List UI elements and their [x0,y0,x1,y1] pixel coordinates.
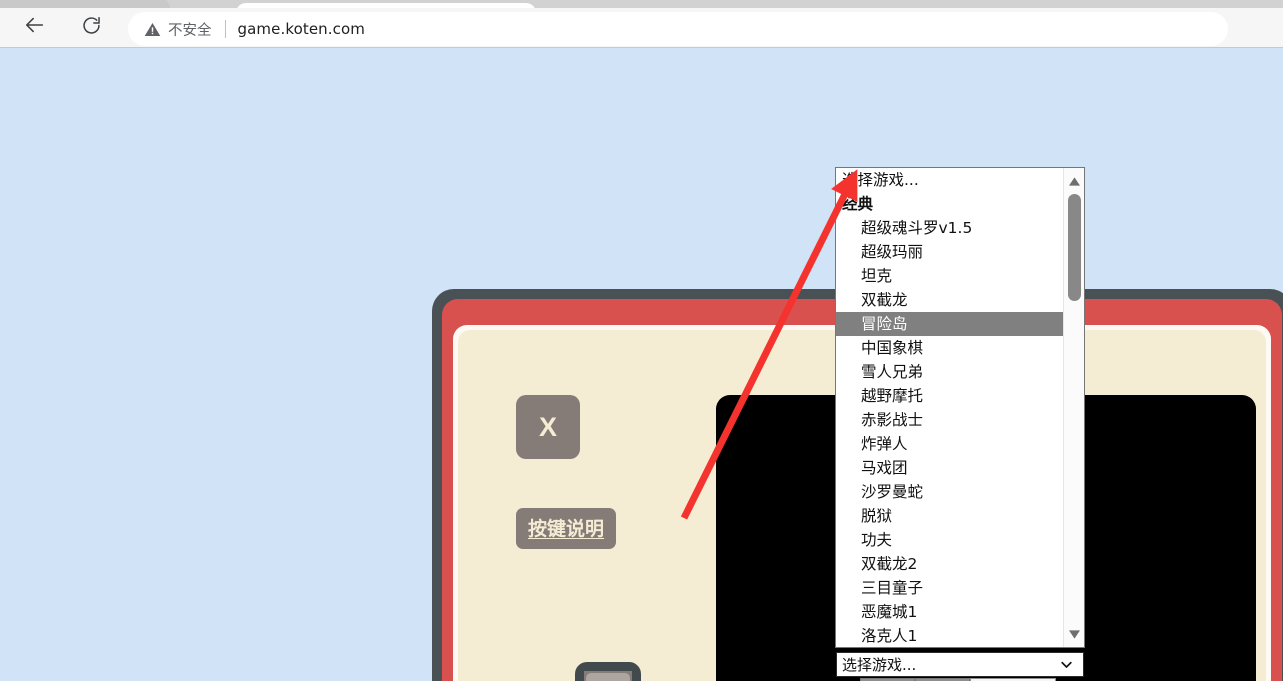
game-option[interactable]: 雪人兄弟 [836,360,1064,384]
game-select-dropdown[interactable]: 选择游戏... 经典超级魂斗罗v1.5 超级玛丽 坦克 双截龙 冒险岛 中国象棋 雪人兄弟 越野… [835,167,1085,648]
back-arrow-icon [24,14,46,41]
scroll-up-arrow-icon[interactable] [1064,170,1084,192]
game-option[interactable]: 炸弹人 [836,432,1064,456]
game-option[interactable]: 三目童子 [836,576,1064,600]
game-select-value: 选择游戏... [842,656,917,674]
scroll-down-arrow-icon[interactable] [1064,623,1084,645]
dpad-icon[interactable] [520,662,696,681]
browser-chrome: 不安全 game.koten.com [0,0,1283,48]
game-option[interactable]: 冒险岛 [836,312,1064,336]
omnibox-separator [224,20,226,38]
game-option[interactable]: 功夫 [836,528,1064,552]
game-option[interactable]: 坦克 [836,264,1064,288]
game-option[interactable]: 超级玛丽 [836,240,1064,264]
game-select[interactable]: 选择游戏... [836,652,1084,677]
game-option[interactable]: 越野摩托 [836,384,1064,408]
key-instructions-button[interactable]: 按键说明 [516,508,617,549]
reload-button[interactable] [74,11,108,45]
dropdown-scrollbar[interactable] [1063,168,1084,647]
game-option[interactable]: 赤影战士 [836,408,1064,432]
game-option[interactable]: 超级魂斗罗v1.5 [836,216,1064,240]
game-option[interactable]: 双截龙2 [836,552,1064,576]
chevron-down-icon [1059,657,1074,672]
game-option[interactable]: 双截龙 [836,288,1064,312]
back-button[interactable] [18,11,52,45]
game-option[interactable]: 选择游戏... [836,168,1064,192]
game-option[interactable]: 恶魔城1 [836,600,1064,624]
scrollbar-thumb[interactable] [1068,194,1081,301]
game-option[interactable]: 脱狱 [836,504,1064,528]
game-option[interactable]: 马戏团 [836,456,1064,480]
game-option[interactable]: 洛克人1 [836,624,1064,647]
address-bar[interactable]: 不安全 game.koten.com [128,12,1228,46]
game-option-list: 选择游戏... 经典超级魂斗罗v1.5 超级玛丽 坦克 双截龙 冒险岛 中国象棋 雪人兄弟 越野… [836,168,1064,647]
reload-icon [81,15,102,41]
key-x-button[interactable]: X [516,395,580,459]
url-text: game.koten.com [237,20,365,38]
game-option[interactable]: 沙罗曼蛇 [836,480,1064,504]
game-option[interactable]: 中国象棋 [836,336,1064,360]
warning-triangle-icon[interactable] [144,21,161,38]
security-status-text: 不安全 [168,22,212,39]
tab-strip [0,0,1283,15]
option-group-label: 经典 [842,195,874,213]
page-viewport: X 按键说明 选择游戏... 选择游戏... 经典 超级魂斗罗v1.5 超级玛丽… [0,48,1283,681]
